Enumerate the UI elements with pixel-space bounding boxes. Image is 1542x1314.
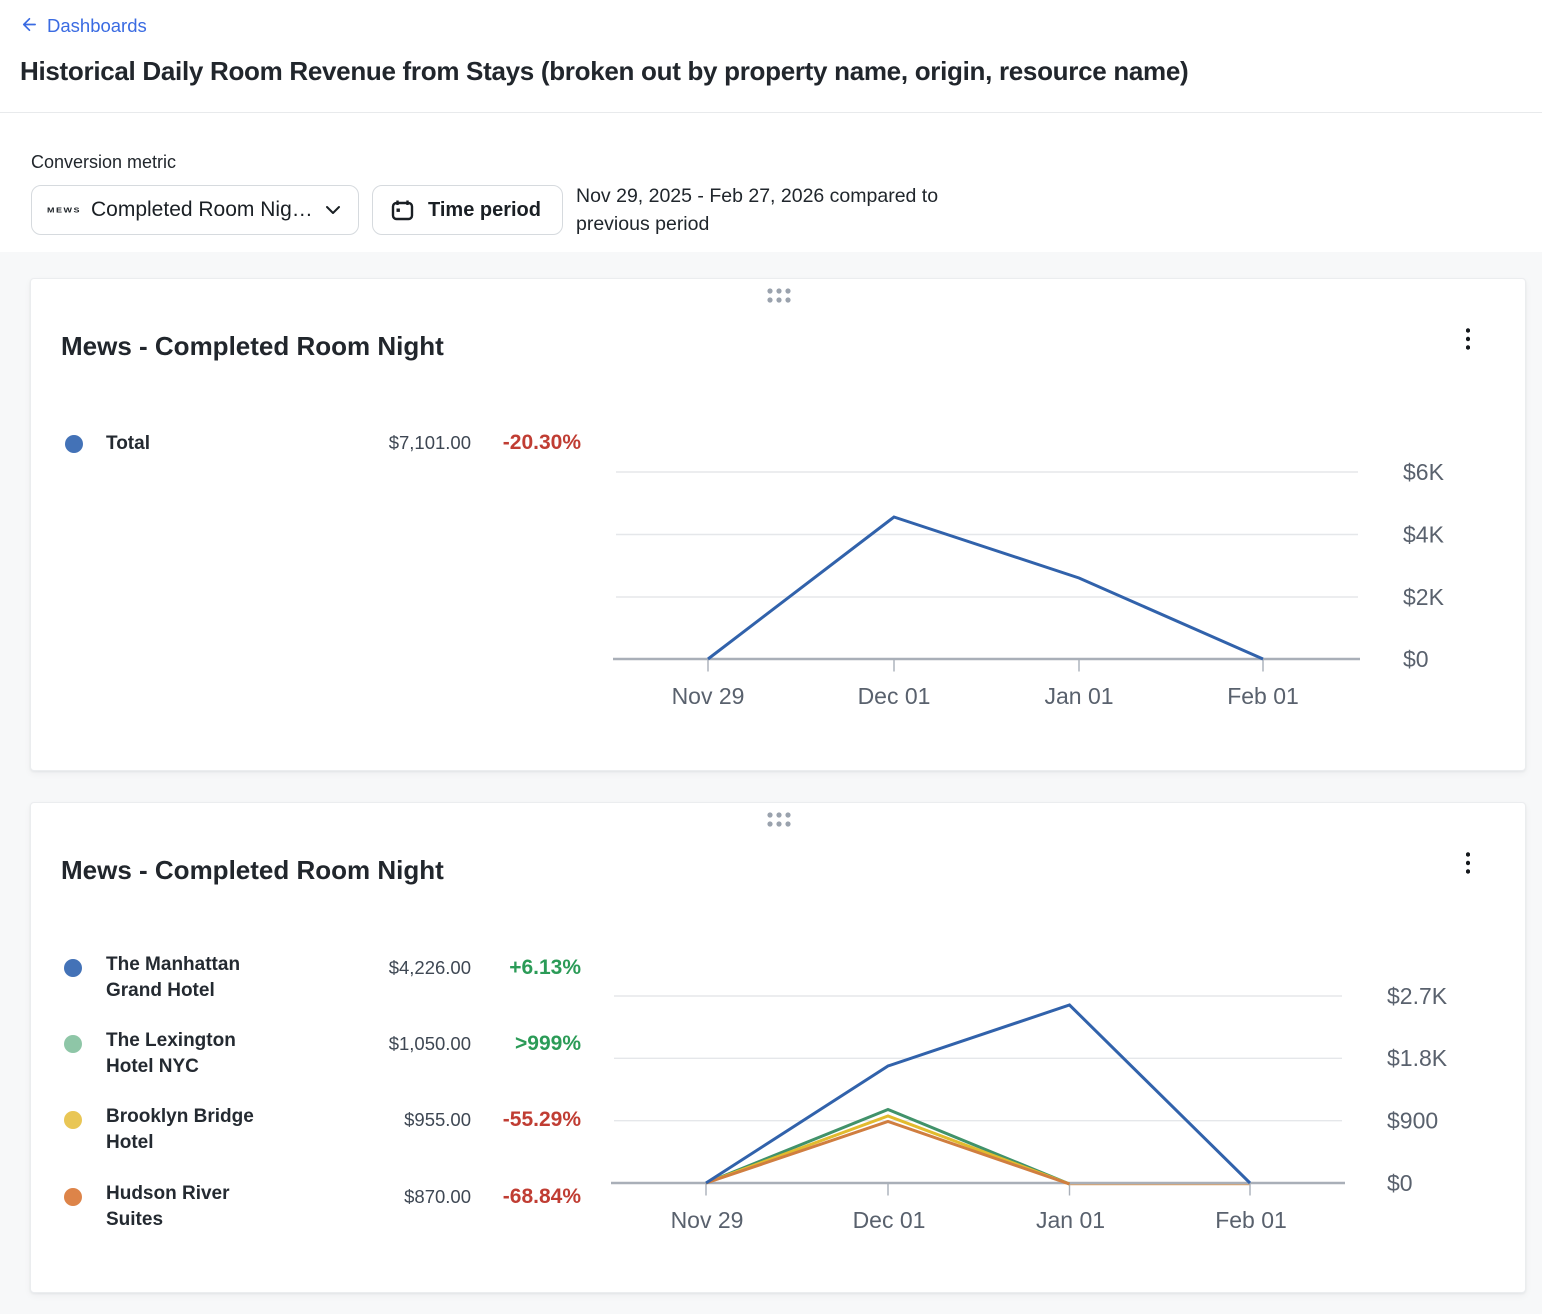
svg-text:$2.7K: $2.7K — [1387, 983, 1448, 1009]
svg-text:Dec 01: Dec 01 — [853, 1207, 926, 1233]
svg-text:$0: $0 — [1403, 646, 1429, 672]
svg-text:Feb 01: Feb 01 — [1227, 683, 1299, 709]
svg-text:Feb 01: Feb 01 — [1215, 1207, 1287, 1233]
svg-text:$2K: $2K — [1403, 584, 1445, 610]
svg-text:Jan 01: Jan 01 — [1036, 1207, 1105, 1233]
svg-text:$0: $0 — [1387, 1170, 1413, 1196]
svg-text:Dec 01: Dec 01 — [858, 683, 931, 709]
svg-text:Jan 01: Jan 01 — [1044, 683, 1113, 709]
svg-text:Nov 29: Nov 29 — [672, 683, 745, 709]
svg-text:$1.8K: $1.8K — [1387, 1045, 1448, 1071]
svg-text:Nov 29: Nov 29 — [671, 1207, 744, 1233]
svg-text:$6K: $6K — [1403, 459, 1445, 485]
svg-text:$4K: $4K — [1403, 522, 1445, 548]
svg-text:$900: $900 — [1387, 1108, 1438, 1134]
